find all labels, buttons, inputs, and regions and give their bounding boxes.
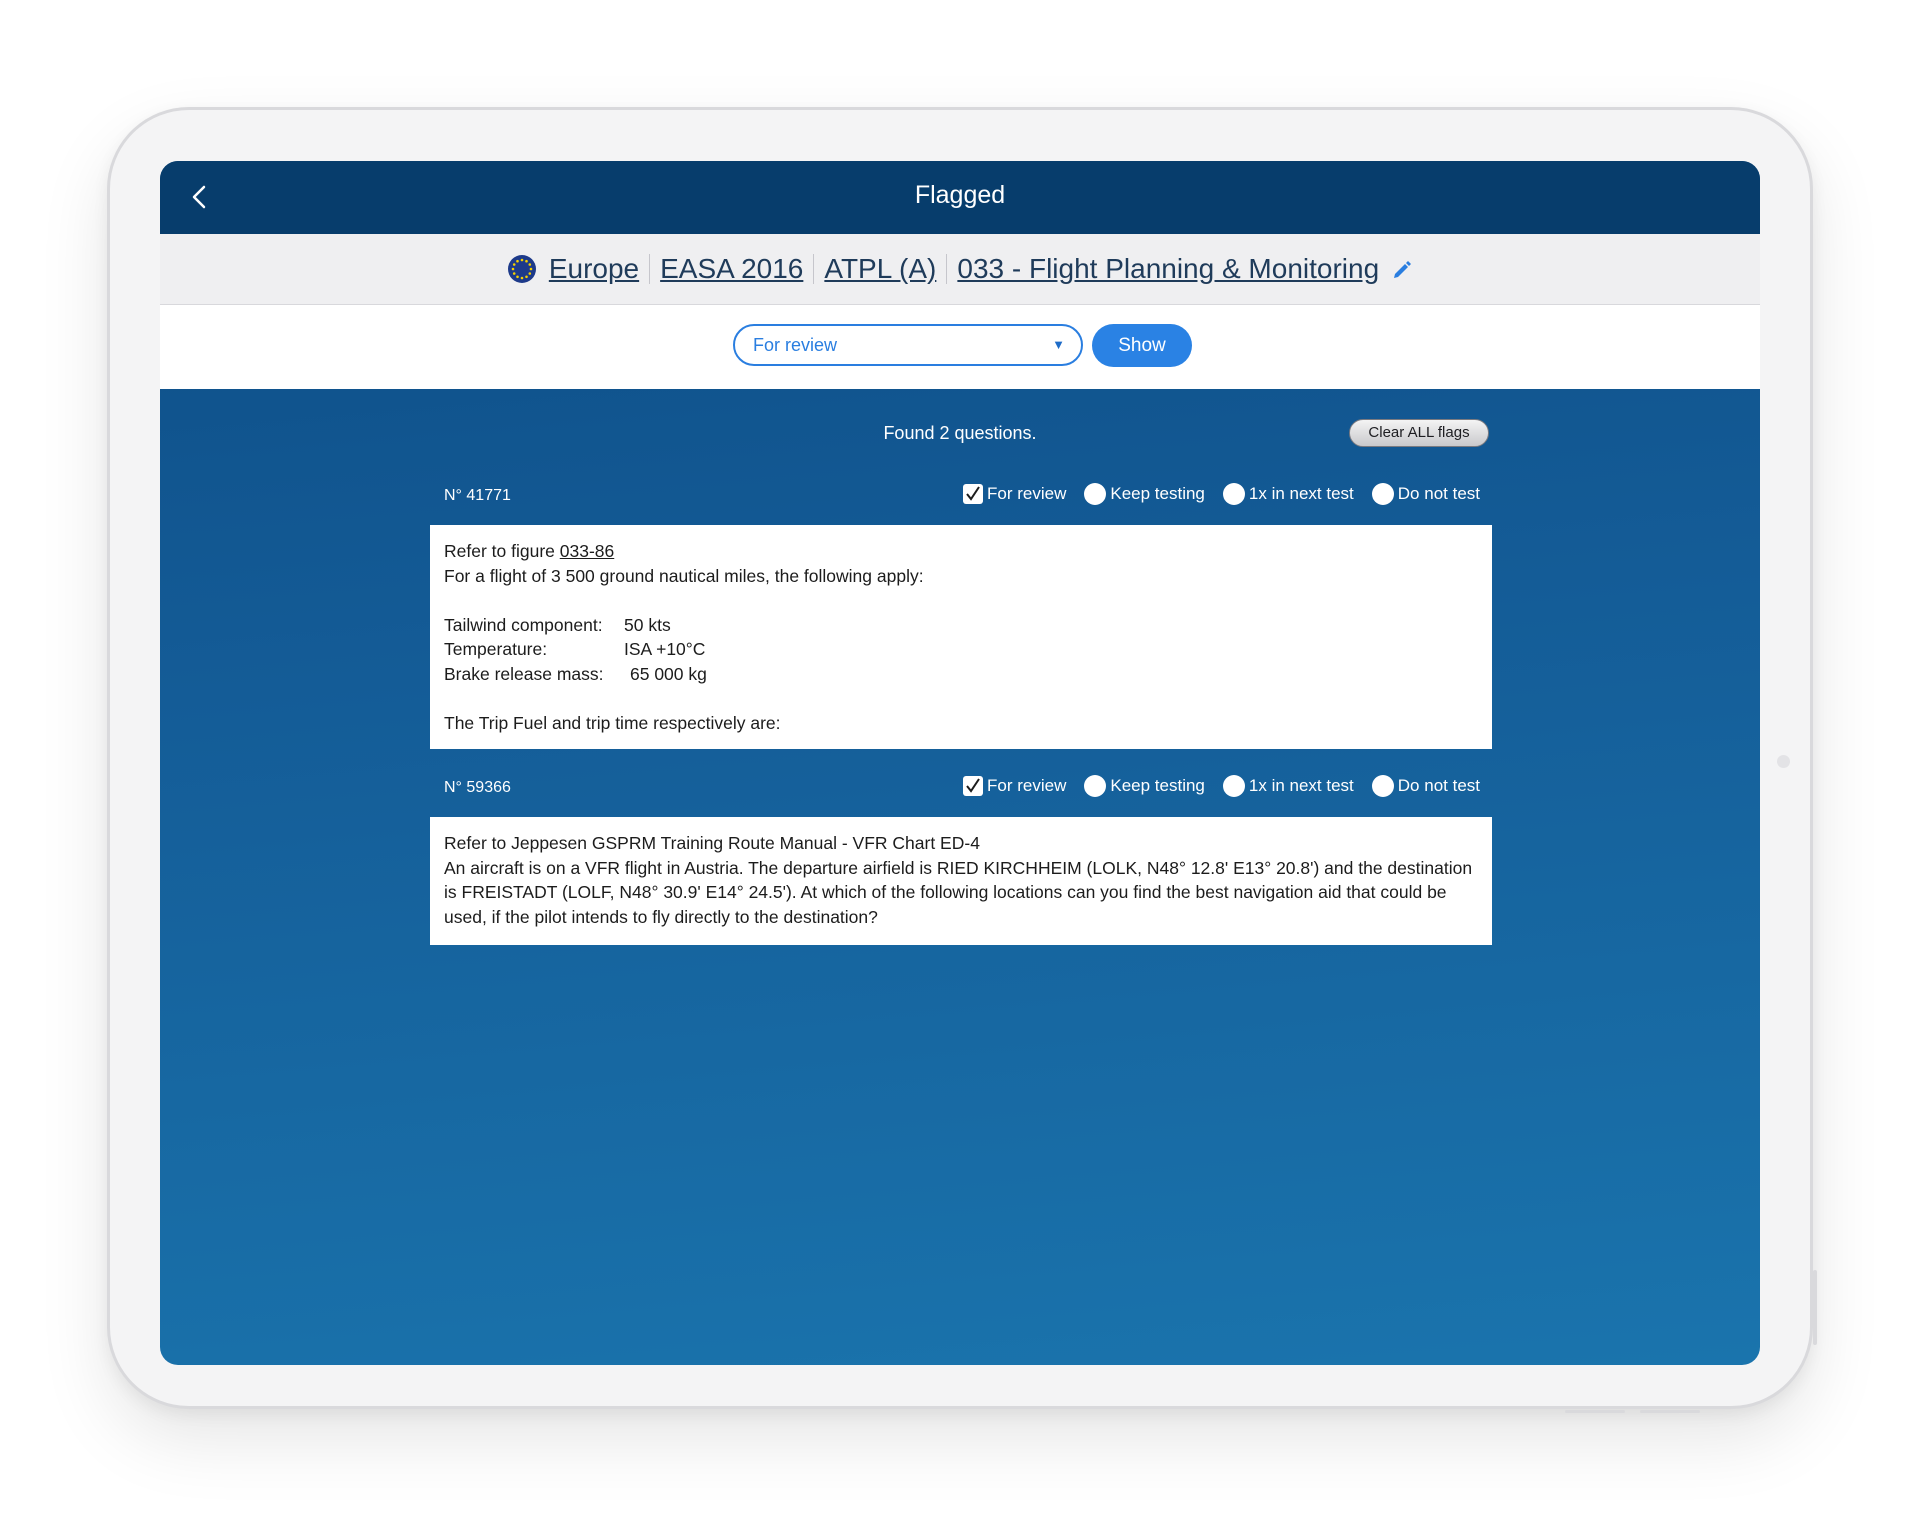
flag-option-for-review[interactable]: For review xyxy=(963,776,1066,796)
flag-option-label: For review xyxy=(987,484,1067,503)
radio-button[interactable] xyxy=(1222,483,1245,505)
results-count: Found 2 questions. xyxy=(883,423,1037,443)
radio-button[interactable] xyxy=(1084,775,1107,797)
flag-option-next-test[interactable]: 1x in next test xyxy=(1222,775,1354,797)
question-intro: For a flight of 3 500 ground nautical mi… xyxy=(444,565,924,586)
figure-link[interactable]: 033-86 xyxy=(560,541,615,561)
flag-option-label: Do not test xyxy=(1397,776,1480,795)
param-value: 50 kts xyxy=(624,614,671,635)
question-number: N° 41771 xyxy=(444,487,511,504)
bottom-button xyxy=(1565,1410,1625,1413)
app-screen: Flagged Europe EASA 2016 ATPL (A) 033 - … xyxy=(160,161,1760,1365)
flag-options: For review Keep testing 1x in next test … xyxy=(945,775,1480,797)
flag-option-label: 1x in next test xyxy=(1248,484,1354,503)
breadcrumb-divider xyxy=(813,254,815,284)
flag-filter-value: For review xyxy=(753,335,838,355)
flag-option-label: Do not test xyxy=(1397,484,1480,503)
breadcrumb-subject[interactable]: 033 - Flight Planning & Monitoring xyxy=(957,253,1379,285)
question-number: N° 59366 xyxy=(444,779,511,796)
figure-reference: Refer to figure 033-86 xyxy=(444,539,1478,564)
flag-option-do-not-test[interactable]: Do not test xyxy=(1371,775,1480,797)
bottom-button xyxy=(1640,1410,1700,1413)
pencil-icon[interactable] xyxy=(1391,258,1413,280)
checkbox-checked[interactable] xyxy=(963,484,984,504)
breadcrumb-syllabus[interactable]: EASA 2016 xyxy=(660,253,803,285)
breadcrumb-divider xyxy=(946,254,948,284)
param-label: Temperature: xyxy=(444,639,548,659)
question-header: N° 59366 For review Keep testing 1x in n… xyxy=(430,773,1492,803)
question-param: Tailwind component: 50 kts xyxy=(444,613,1478,638)
breadcrumb-divider xyxy=(649,254,651,284)
dropdown-arrow-icon: ▼ xyxy=(1052,337,1065,352)
eu-flag-icon xyxy=(507,255,536,283)
flag-filter-select[interactable]: For review ▼ xyxy=(733,324,1083,366)
flag-options: For review Keep testing 1x in next test … xyxy=(945,483,1480,505)
flag-option-keep-testing[interactable]: Keep testing xyxy=(1084,483,1205,505)
breadcrumb-region[interactable]: Europe xyxy=(549,253,639,285)
question-card[interactable]: Refer to figure 033-86 For a flight of 3… xyxy=(430,525,1492,749)
radio-button[interactable] xyxy=(1084,483,1107,505)
param-value: ISA +10°C xyxy=(624,639,706,659)
question-param: Brake release mass: 65 000 kg xyxy=(444,662,1478,687)
checkmark-icon xyxy=(966,778,980,793)
figure-prefix: Refer to figure xyxy=(444,541,560,561)
clear-all-flags-button[interactable]: Clear ALL flags xyxy=(1349,419,1489,447)
checkbox-checked[interactable] xyxy=(963,776,984,796)
checkmark-icon xyxy=(966,486,980,501)
radio-button[interactable] xyxy=(1371,483,1394,505)
param-label: Brake release mass: xyxy=(444,663,604,684)
question-header: N° 41771 For review Keep testing 1x in n… xyxy=(430,481,1492,511)
radio-button[interactable] xyxy=(1222,775,1245,797)
question-reference: Refer to Jeppesen GSPRM Training Route M… xyxy=(444,833,980,853)
page-title: Flagged xyxy=(914,181,1006,209)
breadcrumb-license[interactable]: ATPL (A) xyxy=(824,253,936,285)
side-button xyxy=(1813,1270,1817,1345)
question-text: An aircraft is on a VFR flight in Austri… xyxy=(444,857,1473,927)
param-value: 65 000 kg xyxy=(630,663,707,684)
flag-option-for-review[interactable]: For review xyxy=(963,484,1066,504)
flag-option-label: Keep testing xyxy=(1110,776,1205,795)
flag-option-do-not-test[interactable]: Do not test xyxy=(1371,483,1480,505)
flag-option-label: 1x in next test xyxy=(1248,776,1354,795)
flag-option-next-test[interactable]: 1x in next test xyxy=(1222,483,1354,505)
param-label: Tailwind component: xyxy=(444,614,603,635)
radio-button[interactable] xyxy=(1371,775,1394,797)
question-card[interactable]: Refer to Jeppesen GSPRM Training Route M… xyxy=(430,817,1492,945)
flag-option-label: For review xyxy=(987,776,1067,795)
show-button[interactable]: Show xyxy=(1092,324,1192,367)
camera xyxy=(1777,755,1790,768)
question-param: Temperature: ISA +10°C xyxy=(444,637,1478,662)
flag-option-label: Keep testing xyxy=(1110,484,1205,503)
breadcrumb: Europe EASA 2016 ATPL (A) 033 - Flight P… xyxy=(160,234,1760,305)
flag-option-keep-testing[interactable]: Keep testing xyxy=(1084,775,1205,797)
title-bar: Flagged xyxy=(160,161,1760,234)
question-text: The Trip Fuel and trip time respectively… xyxy=(444,712,781,733)
